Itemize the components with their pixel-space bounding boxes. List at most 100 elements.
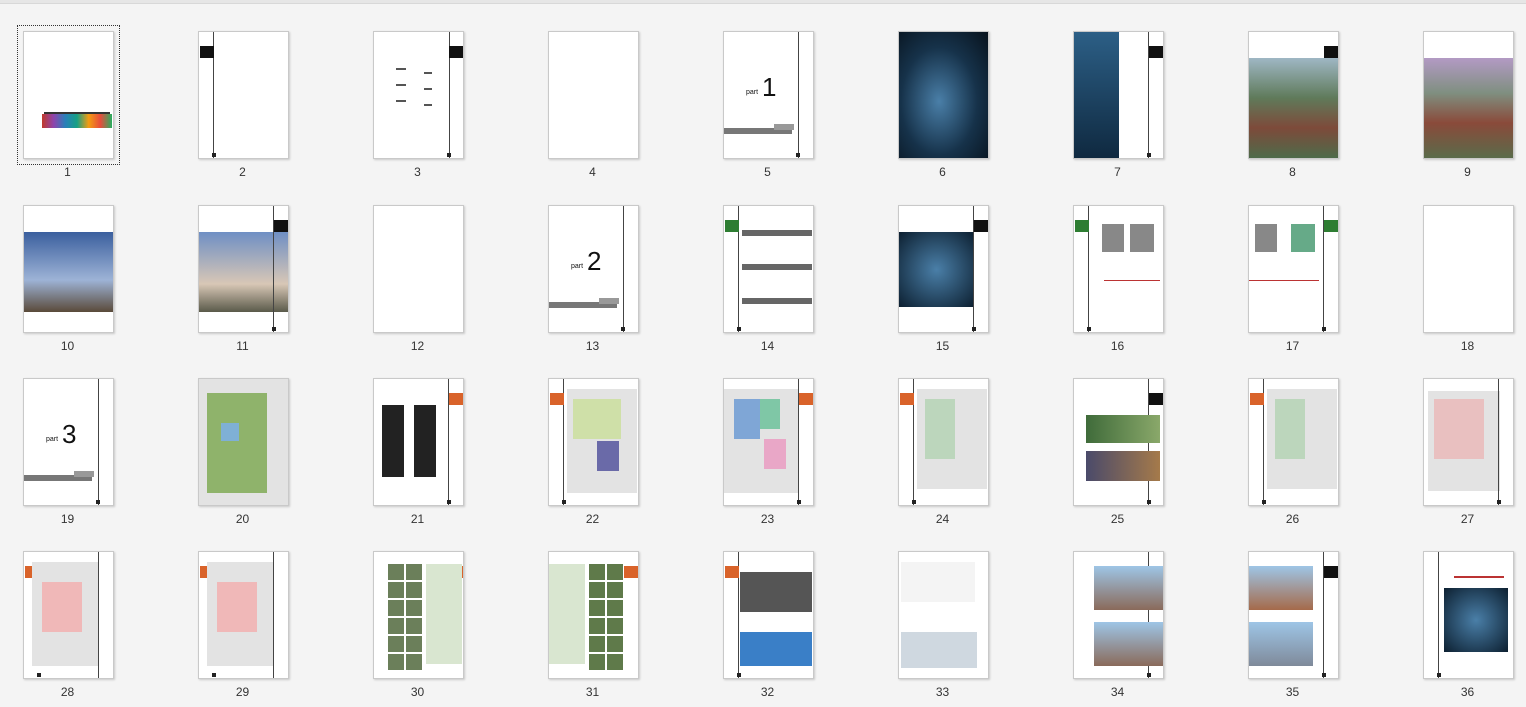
page-preview[interactable] — [1248, 551, 1339, 679]
page-number-label: 35 — [1285, 685, 1300, 699]
page-preview[interactable] — [23, 551, 114, 679]
page-preview[interactable]: part 3 — [23, 378, 114, 506]
page-thumbnail[interactable]: 23 — [700, 347, 875, 526]
page-number-label: 30 — [410, 685, 425, 699]
page-preview[interactable] — [1423, 551, 1514, 679]
page-thumbnail[interactable]: 14 — [700, 174, 875, 353]
page-marker — [37, 673, 41, 677]
page-preview[interactable] — [23, 205, 114, 333]
section-tab — [624, 566, 638, 578]
page-thumbnail[interactable]: 15 — [875, 174, 1050, 353]
toc-line — [396, 100, 406, 102]
page-marker — [1322, 327, 1326, 331]
page-thumbnail[interactable]: 17 — [1225, 174, 1400, 353]
section-drawing — [740, 632, 812, 666]
page-thumbnail[interactable]: part 1 5 — [700, 0, 875, 179]
reference-photo — [589, 654, 605, 670]
page-preview[interactable] — [548, 551, 639, 679]
page-thumbnail[interactable]: 8 — [1225, 0, 1400, 179]
section-tab — [449, 393, 463, 405]
page-preview[interactable] — [1423, 31, 1514, 159]
page-preview[interactable] — [898, 378, 989, 506]
page-preview[interactable] — [898, 551, 989, 679]
page-margin-line — [98, 552, 99, 678]
page-thumbnail[interactable]: part 3 19 — [0, 347, 175, 526]
site-plan-base — [549, 564, 585, 664]
page-preview[interactable] — [1423, 378, 1514, 506]
page-preview[interactable] — [373, 378, 464, 506]
page-thumbnail[interactable]: 35 — [1225, 520, 1400, 699]
page-marker — [1147, 500, 1151, 504]
page-preview[interactable] — [373, 31, 464, 159]
page-thumbnail[interactable]: 16 — [1050, 174, 1225, 353]
page-thumbnail[interactable]: 11 — [175, 174, 350, 353]
page-thumbnail[interactable]: 10 — [0, 174, 175, 353]
part-label: part — [46, 436, 59, 443]
page-preview[interactable] — [548, 378, 639, 506]
page-preview[interactable] — [1073, 31, 1164, 159]
route-zone — [1434, 399, 1484, 459]
page-preview[interactable] — [1248, 205, 1339, 333]
page-preview[interactable] — [1073, 378, 1164, 506]
page-thumbnail[interactable]: 30 — [350, 520, 525, 699]
page-marker — [737, 673, 741, 677]
page-preview[interactable] — [898, 205, 989, 333]
page-thumbnail[interactable]: 28 — [0, 520, 175, 699]
page-thumbnail[interactable]: 33 — [875, 520, 1050, 699]
page-preview[interactable] — [198, 205, 289, 333]
page-preview[interactable] — [373, 205, 464, 333]
page-preview[interactable] — [23, 31, 114, 159]
page-thumbnail[interactable]: 20 — [175, 347, 350, 526]
page-marker — [1497, 500, 1501, 504]
page-thumbnail[interactable]: 9 — [1400, 0, 1526, 179]
page-thumbnail[interactable]: 12 — [350, 174, 525, 353]
page-preview[interactable] — [1248, 31, 1339, 159]
page-preview[interactable] — [548, 31, 639, 159]
page-preview[interactable] — [1423, 205, 1514, 333]
page-preview[interactable] — [373, 551, 464, 679]
page-preview[interactable] — [723, 205, 814, 333]
page-preview[interactable]: part 2 — [548, 205, 639, 333]
page-preview[interactable] — [723, 378, 814, 506]
page-thumbnail[interactable]: 27 — [1400, 347, 1526, 526]
page-thumbnail[interactable]: 3 — [350, 0, 525, 179]
page-thumbnail[interactable]: 36 — [1400, 520, 1526, 699]
page-thumbnail[interactable]: 29 — [175, 520, 350, 699]
data-table — [414, 405, 436, 477]
page-preview[interactable] — [198, 378, 289, 506]
page-thumbnail[interactable]: 4 — [525, 0, 700, 179]
page-thumbnail[interactable]: 26 — [1225, 347, 1400, 526]
page-thumbnail[interactable]: 21 — [350, 347, 525, 526]
part-number: 3 — [62, 419, 77, 449]
section-tab — [200, 46, 214, 58]
page-preview[interactable] — [198, 551, 289, 679]
page-marker — [912, 500, 916, 504]
page-number-label: 33 — [935, 685, 950, 699]
page-preview[interactable] — [198, 31, 289, 159]
page-thumbnail[interactable]: 34 — [1050, 520, 1225, 699]
section-tab — [449, 46, 463, 58]
page-preview[interactable] — [898, 31, 989, 159]
page-preview[interactable]: part 1 — [723, 31, 814, 159]
page-marker — [972, 327, 976, 331]
page-thumbnail[interactable]: 7 — [1050, 0, 1225, 179]
page-thumbnail[interactable]: 6 — [875, 0, 1050, 179]
page-thumbnail[interactable]: 22 — [525, 347, 700, 526]
page-thumbnail[interactable]: 32 — [700, 520, 875, 699]
page-margin-line — [1498, 379, 1499, 505]
page-preview[interactable] — [1248, 378, 1339, 506]
page-thumbnail[interactable]: 25 — [1050, 347, 1225, 526]
page-preview[interactable] — [723, 551, 814, 679]
page-thumbnail[interactable]: 1 — [0, 0, 175, 179]
page-thumbnail[interactable]: part 2 13 — [525, 174, 700, 353]
page-thumbnail[interactable]: 2 — [175, 0, 350, 179]
section-photo — [740, 572, 812, 612]
page-thumbnail[interactable]: 24 — [875, 347, 1050, 526]
page-thumbnail[interactable]: 31 — [525, 520, 700, 699]
reference-photo — [607, 600, 623, 616]
page-preview[interactable] — [1073, 205, 1164, 333]
green-plan — [207, 393, 267, 493]
data-table — [382, 405, 404, 477]
page-preview[interactable] — [1073, 551, 1164, 679]
page-thumbnail[interactable]: 18 — [1400, 174, 1526, 353]
